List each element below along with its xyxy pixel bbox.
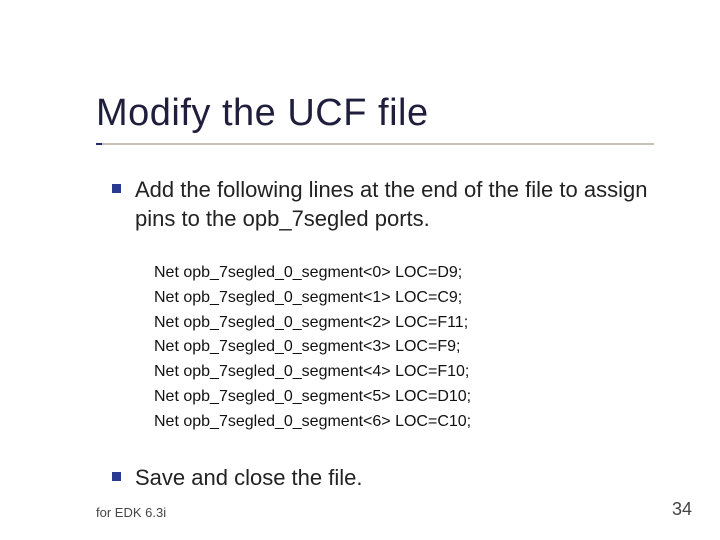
code-line: Net opb_7segled_0_segment<2> LOC=F11;	[154, 311, 680, 336]
title-area: Modify the UCF file	[0, 0, 720, 145]
code-line: Net opb_7segled_0_segment<6> LOC=C10;	[154, 410, 680, 435]
code-line: Net opb_7segled_0_segment<4> LOC=F10;	[154, 360, 680, 385]
code-line: Net opb_7segled_0_segment<5> LOC=D10;	[154, 385, 680, 410]
code-line: Net opb_7segled_0_segment<3> LOC=F9;	[154, 335, 680, 360]
code-line: Net opb_7segled_0_segment<0> LOC=D9;	[154, 261, 680, 286]
bullet-item: Add the following lines at the end of th…	[112, 175, 680, 233]
bullet-text: Save and close the file.	[135, 463, 362, 492]
slide-title: Modify the UCF file	[96, 92, 720, 135]
square-bullet-icon	[112, 472, 121, 481]
slide: Modify the UCF file Add the following li…	[0, 0, 720, 540]
slide-body: Add the following lines at the end of th…	[0, 145, 720, 492]
footer-text: for EDK 6.3i	[96, 505, 166, 520]
bullet-item: Save and close the file.	[112, 463, 680, 492]
bullet-text: Add the following lines at the end of th…	[135, 175, 680, 233]
page-number: 34	[672, 499, 692, 520]
square-bullet-icon	[112, 184, 121, 193]
ucf-code-block: Net opb_7segled_0_segment<0> LOC=D9; Net…	[112, 251, 680, 435]
code-line: Net opb_7segled_0_segment<1> LOC=C9;	[154, 286, 680, 311]
